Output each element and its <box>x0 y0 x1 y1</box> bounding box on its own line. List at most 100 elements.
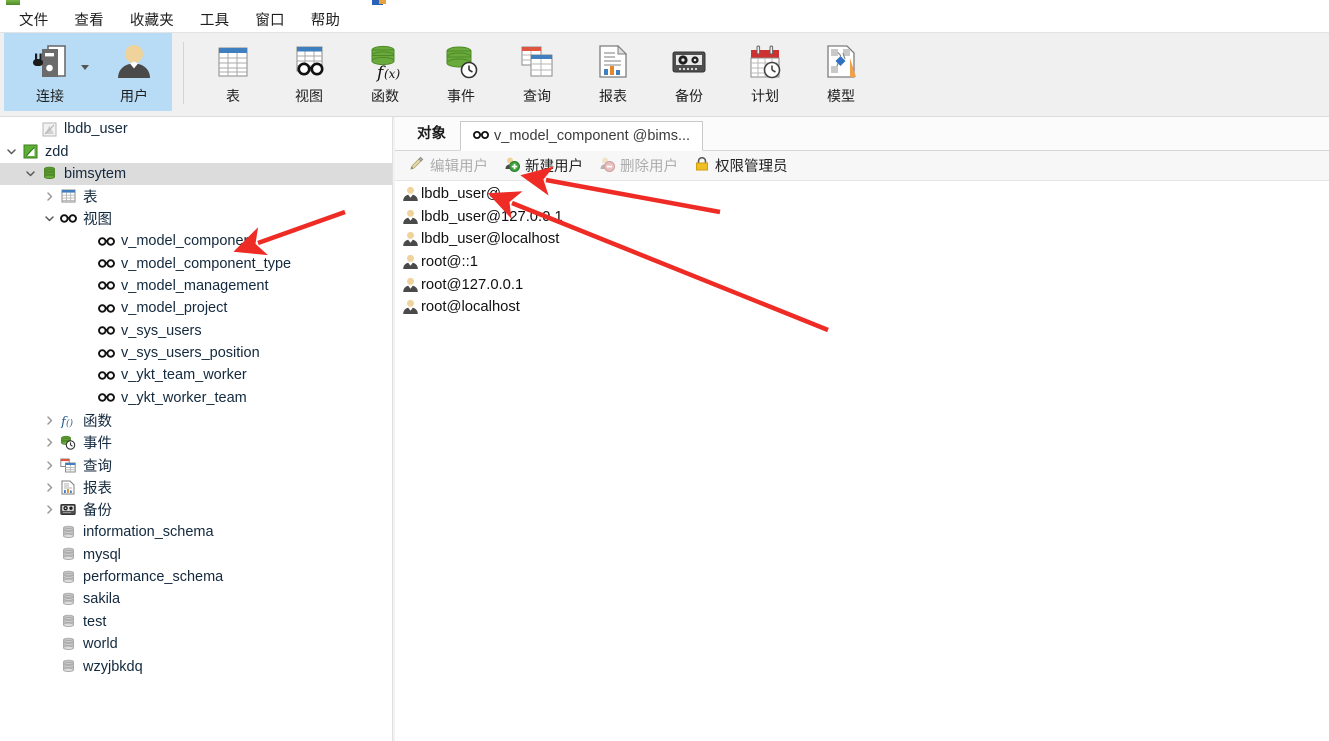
database-gray-icon <box>57 570 79 585</box>
tree-node[interactable]: 报表 <box>0 476 392 498</box>
menu-favorites[interactable]: 收藏夹 <box>117 7 187 32</box>
tree-node[interactable]: zdd <box>0 140 392 162</box>
privilege-manager-label: 权限管理员 <box>715 159 788 175</box>
chevron-right-icon[interactable] <box>42 437 57 448</box>
function-icon: f (x) <box>357 40 413 84</box>
tree-node-label: v_ykt_team_worker <box>121 367 247 384</box>
tree-node-label: v_model_component_type <box>121 255 292 272</box>
chevron-down-icon[interactable] <box>81 65 89 70</box>
toolbar-button-schedule[interactable]: 计划 <box>727 33 803 111</box>
delete-user-button[interactable]: 删除用户 <box>591 153 686 178</box>
new-user-button[interactable]: 新建用户 <box>496 153 591 178</box>
tree-node[interactable]: 查询 <box>0 454 392 476</box>
chevron-right-icon[interactable] <box>42 482 57 493</box>
view-glasses-icon <box>95 303 117 314</box>
tree-node[interactable]: sakila <box>0 588 392 610</box>
toolbar-button-model[interactable]: 模型 <box>803 33 879 111</box>
svg-text:(): () <box>66 418 74 428</box>
user-account-icon <box>399 277 421 293</box>
tree-node[interactable]: test <box>0 611 392 633</box>
privilege-manager-button[interactable]: 权限管理员 <box>686 153 796 178</box>
tree-node[interactable]: lbdb_user <box>0 118 392 140</box>
toolbar-button-table[interactable]: 表 <box>195 33 271 111</box>
user-account-icon <box>399 254 421 270</box>
user-name-label: root@localhost <box>421 299 520 316</box>
tree-node[interactable]: v_model_component_type <box>0 252 392 274</box>
user-list-item[interactable]: root@127.0.0.1 <box>395 273 1329 296</box>
database-gray-icon <box>57 614 79 629</box>
tree-node-label: mysql <box>83 546 121 563</box>
connection-gray-icon <box>38 122 60 137</box>
user-list-item[interactable]: lbdb_user@ <box>395 183 1329 206</box>
database-gray-icon <box>57 525 79 540</box>
tree-node[interactable]: wzyjbkdq <box>0 655 392 677</box>
main-panel: 对象 v_model_component @bims... 编辑用户 新建用户 … <box>395 117 1329 741</box>
tab-v-model-component[interactable]: v_model_component @bims... <box>460 121 704 151</box>
tree-node[interactable]: performance_schema <box>0 566 392 588</box>
menu-file[interactable]: 文件 <box>6 7 61 32</box>
menu-view[interactable]: 查看 <box>61 7 116 32</box>
view-glasses-icon <box>473 128 489 144</box>
menu-tools[interactable]: 工具 <box>187 7 242 32</box>
menu-help[interactable]: 帮助 <box>298 7 353 32</box>
user-list-item[interactable]: root@localhost <box>395 296 1329 319</box>
toolbar-label-function: 函数 <box>371 88 399 104</box>
user-account-icon <box>399 186 421 202</box>
tree-node[interactable]: v_model_management <box>0 275 392 297</box>
toolbar-button-report[interactable]: 报表 <box>575 33 651 111</box>
tree-node[interactable]: 视图 <box>0 208 392 230</box>
workspace: lbdb_user zdd bimsytem 表视图 v_model_component… <box>0 117 1329 741</box>
toolbar-label-event: 事件 <box>447 88 475 104</box>
tree-node-label: bimsytem <box>64 165 127 182</box>
toolbar-button-event[interactable]: 事件 <box>423 33 499 111</box>
event-icon <box>57 435 79 450</box>
toolbar-label-report: 报表 <box>599 88 627 104</box>
chevron-right-icon[interactable] <box>42 415 57 426</box>
chevron-right-icon[interactable] <box>42 504 57 515</box>
query-icon <box>57 458 79 473</box>
user-list-item[interactable]: lbdb_user@127.0.0.1 <box>395 206 1329 229</box>
backup-icon <box>661 40 717 84</box>
object-tree-sidebar[interactable]: lbdb_user zdd bimsytem 表视图 v_model_component… <box>0 117 393 741</box>
toolbar-button-user[interactable]: 用户 <box>96 33 172 111</box>
tree-node[interactable]: bimsytem <box>0 162 392 186</box>
tree-node[interactable]: v_sys_users <box>0 320 392 342</box>
tree-node[interactable]: v_ykt_worker_team <box>0 387 392 409</box>
tree-node[interactable]: 备份 <box>0 499 392 521</box>
user-account-icon <box>399 299 421 315</box>
tree-node[interactable]: information_schema <box>0 521 392 543</box>
toolbar-button-backup[interactable]: 备份 <box>651 33 727 111</box>
chevron-down-icon[interactable] <box>4 146 19 157</box>
toolbar-label-table: 表 <box>226 88 240 104</box>
tree-node[interactable]: v_sys_users_position <box>0 342 392 364</box>
tree-node[interactable]: 事件 <box>0 431 392 453</box>
toolbar-label-schedule: 计划 <box>751 88 779 104</box>
tree-node-label: 函数 <box>83 413 112 430</box>
tree-node[interactable]: v_ykt_team_worker <box>0 364 392 386</box>
toolbar-button-view[interactable]: 视图 <box>271 33 347 111</box>
user-name-label: lbdb_user@localhost <box>421 231 560 248</box>
tree-node[interactable]: mysql <box>0 543 392 565</box>
toolbar-button-connection[interactable]: 连接 <box>4 33 96 111</box>
user-list-item[interactable]: root@::1 <box>395 251 1329 274</box>
view-glasses-icon <box>95 325 117 336</box>
tree-node[interactable]: 表 <box>0 185 392 207</box>
chevron-down-icon[interactable] <box>23 168 38 179</box>
chevron-right-icon[interactable] <box>42 191 57 202</box>
menu-window[interactable]: 窗口 <box>242 7 297 32</box>
user-action-toolbar: 编辑用户 新建用户 删除用户 权限管理员 <box>395 151 1329 181</box>
chevron-down-icon[interactable] <box>42 213 57 224</box>
tree-node[interactable]: v_model_component <box>0 230 392 252</box>
user-list-item[interactable]: lbdb_user@localhost <box>395 228 1329 251</box>
edit-user-button[interactable]: 编辑用户 <box>401 153 496 178</box>
chevron-right-icon[interactable] <box>42 460 57 471</box>
user-list[interactable]: lbdb_user@ lbdb_user@127.0.0.1 lbdb_user@l… <box>395 181 1329 319</box>
tree-node[interactable]: v_model_project <box>0 297 392 319</box>
tree-node[interactable]: f() 函数 <box>0 409 392 431</box>
tree-node-label: 视图 <box>83 212 112 229</box>
tree-node-label: performance_schema <box>83 569 224 585</box>
toolbar-button-function[interactable]: f (x) 函数 <box>347 33 423 111</box>
event-icon <box>433 40 489 84</box>
tree-node[interactable]: world <box>0 633 392 655</box>
toolbar-button-query[interactable]: 查询 <box>499 33 575 111</box>
